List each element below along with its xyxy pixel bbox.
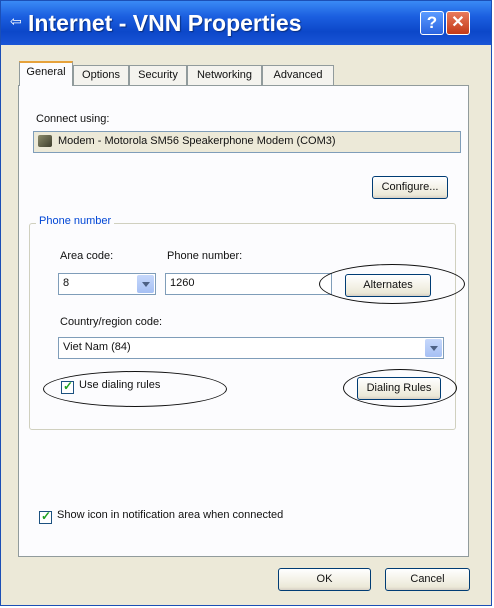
phone-number-input[interactable]: 1260	[165, 273, 332, 295]
dialing-rules-button[interactable]: Dialing Rules	[357, 377, 441, 400]
tab-advanced[interactable]: Advanced	[262, 65, 334, 85]
configure-button[interactable]: Configure...	[372, 176, 448, 199]
chevron-down-icon[interactable]	[137, 275, 154, 293]
chevron-down-icon[interactable]	[425, 339, 442, 357]
title-bar[interactable]: ⇦ Internet - VNN Properties ? ✕	[1, 1, 491, 45]
modem-device-name: Modem - Motorola SM56 Speakerphone Modem…	[58, 135, 336, 147]
country-code-label: Country/region code:	[60, 316, 163, 328]
ok-button[interactable]: OK	[278, 568, 371, 591]
cancel-button[interactable]: Cancel	[385, 568, 470, 591]
show-icon-label[interactable]: Show icon in notification area when conn…	[57, 509, 283, 521]
tab-security[interactable]: Security	[129, 65, 187, 85]
tab-options[interactable]: Options	[73, 65, 129, 85]
connect-using-label: Connect using:	[36, 113, 110, 125]
tab-general[interactable]: General	[19, 61, 73, 86]
phone-number-group-label: Phone number	[36, 215, 115, 227]
dialup-connection-icon: ⇦	[10, 13, 22, 29]
phone-number-label: Phone number:	[167, 250, 243, 262]
country-code-combobox[interactable]: Viet Nam (84)	[58, 337, 444, 359]
window-title: Internet - VNN Properties	[28, 10, 302, 36]
properties-window: ⇦ Internet - VNN Properties ? ✕ General …	[0, 0, 492, 606]
modem-device-field[interactable]: Modem - Motorola SM56 Speakerphone Modem…	[33, 131, 461, 153]
use-dialing-rules-checkbox[interactable]	[61, 379, 74, 394]
tab-networking[interactable]: Networking	[187, 65, 262, 85]
close-button[interactable]: ✕	[446, 11, 470, 35]
show-icon-checkbox[interactable]	[39, 509, 52, 524]
modem-icon	[38, 135, 52, 147]
alternates-button[interactable]: Alternates	[345, 274, 431, 297]
help-button[interactable]: ?	[420, 11, 444, 35]
country-code-value: Viet Nam (84)	[63, 341, 131, 353]
area-code-combobox[interactable]: 8	[58, 273, 156, 295]
use-dialing-rules-label[interactable]: Use dialing rules	[79, 379, 160, 391]
area-code-value: 8	[63, 277, 70, 289]
area-code-label: Area code:	[60, 250, 114, 262]
